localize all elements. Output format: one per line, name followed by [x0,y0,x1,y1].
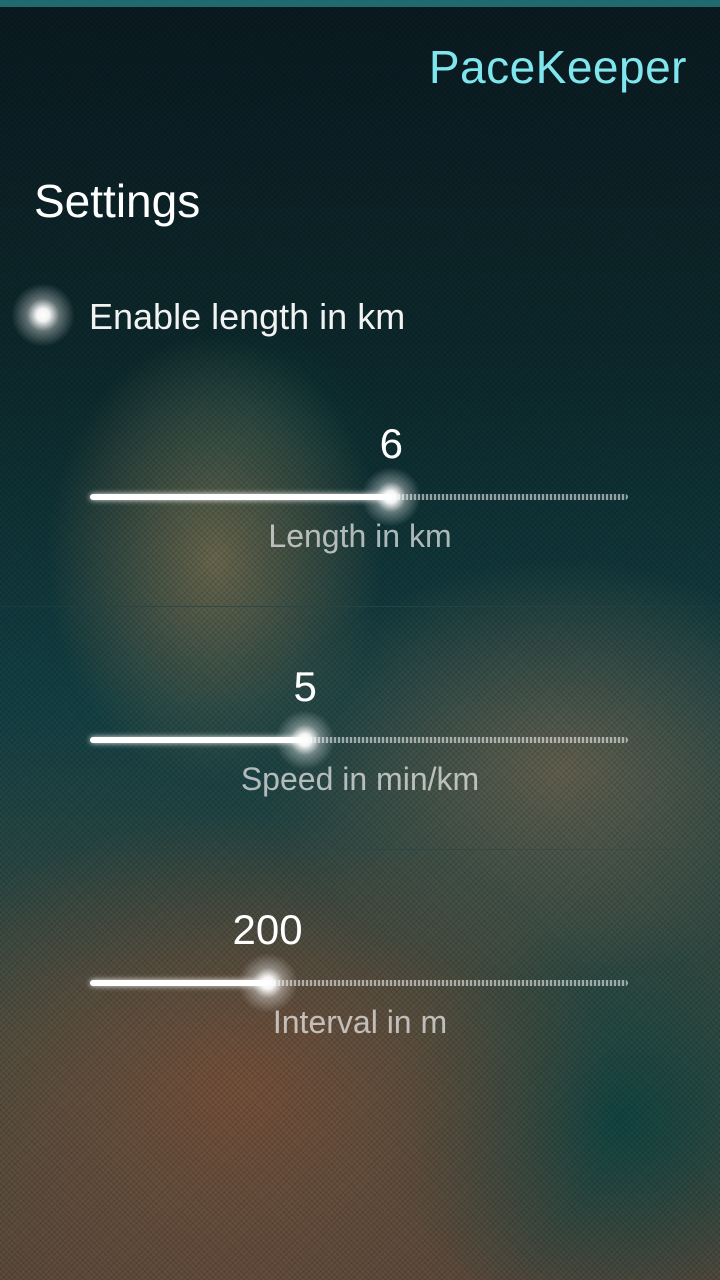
length-slider[interactable]: 6 Length in km [0,420,720,570]
slider-track[interactable] [90,710,628,770]
slider-value: 5 [293,663,317,710]
slider-label: Interval in m [272,1004,448,1040]
speed-slider[interactable]: 5 Speed in min/km [0,663,720,813]
interval-slider[interactable]: 200 Interval in m [0,906,720,1056]
slider-value: 6 [379,420,403,467]
slider-label: Speed in min/km [240,761,480,797]
enable-length-switch[interactable]: Enable length in km [0,282,720,352]
slider-track-fill [90,737,306,743]
slider-track[interactable] [90,953,628,1013]
app-title: PaceKeeper [428,41,687,93]
slider-track-fill [90,494,392,500]
slider-track[interactable] [90,467,628,527]
page-title: Settings [34,175,201,227]
slider-label: Length in km [268,518,452,554]
divider [0,606,720,607]
switch-indicator-icon[interactable] [11,283,75,347]
slider-value: 200 [232,906,303,953]
status-indicator-bar [0,0,720,7]
divider [0,849,720,850]
switch-label: Enable length in km [89,296,406,337]
